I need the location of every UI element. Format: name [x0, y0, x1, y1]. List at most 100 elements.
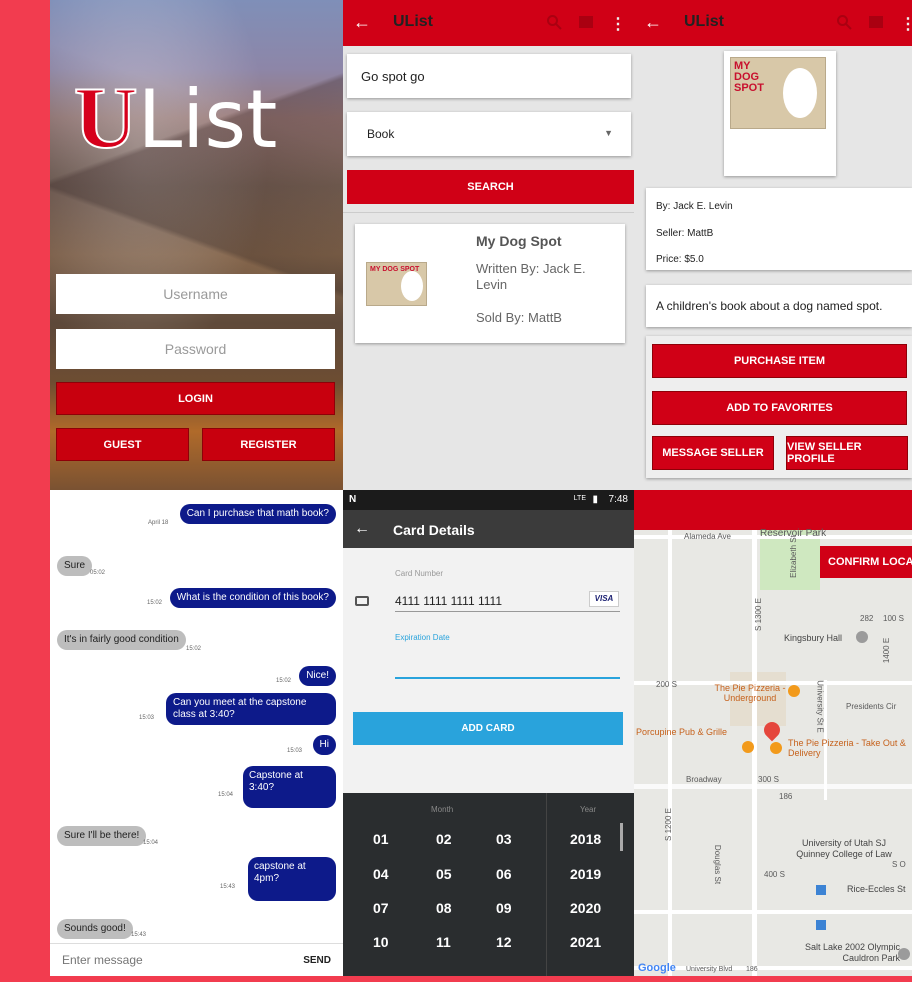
search-icon[interactable]	[836, 14, 852, 35]
result-card[interactable]: MY DOG SPOT My Dog Spot Written By: Jack…	[355, 224, 625, 343]
login-button[interactable]: LOGIN	[56, 382, 335, 415]
message-bubble: It's in fairly good condition	[57, 630, 186, 650]
message-seller-button[interactable]: MESSAGE SELLER	[652, 436, 774, 470]
street-label: Alameda Ave	[684, 532, 731, 541]
card-number-value[interactable]: 4111 1111 1111 1111	[395, 594, 502, 608]
info-card: By: Jack E. Levin Seller: MattB Price: $…	[646, 188, 912, 270]
message-timestamp: 05:02	[90, 570, 106, 576]
year-column-label: Year	[580, 805, 597, 814]
month-option[interactable]: 06	[496, 866, 512, 882]
app-title: UList	[393, 13, 433, 30]
grid-icon[interactable]	[578, 14, 594, 35]
back-arrow-icon[interactable]: ←	[353, 12, 371, 33]
result-title: My Dog Spot	[476, 233, 562, 249]
search-screen: ← UList ⋮ Book ▼ SEARCH MY DOG SPOT My D…	[343, 0, 634, 490]
restaurant-icon[interactable]	[788, 685, 800, 697]
add-to-favorites-button[interactable]: ADD TO FAVORITES	[652, 391, 907, 425]
message-input[interactable]	[50, 946, 290, 974]
picker-divider	[546, 793, 547, 976]
category-select[interactable]: Book ▼	[347, 112, 631, 156]
book-cover-image: MY DOG SPOT	[366, 262, 427, 306]
transit-icon	[816, 885, 826, 895]
logo-u: U	[73, 69, 139, 168]
month-option[interactable]: 01	[373, 831, 389, 847]
message-bubble: Can I purchase that math book?	[179, 504, 336, 524]
app-title: UList	[684, 13, 724, 30]
place-label: Kingsbury Hall	[784, 633, 843, 643]
place-label: Rice-Eccles St	[847, 884, 906, 894]
year-option[interactable]: 2018	[570, 831, 601, 847]
message-out: Hi	[312, 735, 336, 755]
toolbar-title: Card Details	[393, 522, 475, 538]
street-label: Presidents Cir	[846, 702, 897, 711]
landmark-icon	[898, 948, 910, 960]
search-input[interactable]	[347, 54, 631, 98]
message-out: Can you meet at the capstone class at 3:…	[166, 693, 336, 725]
dog-illustration	[783, 68, 817, 118]
author-text: By: Jack E. Levin	[656, 201, 733, 212]
street-label: Elizabeth St	[788, 535, 798, 578]
road	[634, 784, 912, 789]
register-button[interactable]: REGISTER	[202, 428, 335, 461]
add-card-button[interactable]: ADD CARD	[353, 712, 623, 745]
purchase-item-button[interactable]: PURCHASE ITEM	[652, 344, 907, 378]
place-label: Salt Lake 2002 Olympic Cauldron Park	[804, 942, 900, 963]
year-option[interactable]: 2020	[570, 900, 601, 916]
back-arrow-icon[interactable]: ←	[354, 520, 370, 538]
street-label: 1400 E	[882, 637, 892, 664]
map-view[interactable]: Alameda Ave Reservoir Park S 1300 E Eliz…	[634, 528, 912, 976]
divider	[343, 212, 634, 213]
restaurant-icon[interactable]	[770, 742, 782, 754]
search-button[interactable]: SEARCH	[347, 170, 634, 204]
overflow-menu-icon[interactable]: ⋮	[900, 14, 912, 35]
description-text: A children's book about a dog named spot…	[656, 299, 883, 313]
month-column-label: Month	[431, 805, 454, 814]
username-input[interactable]	[56, 274, 335, 314]
message-timestamp: 15:03	[287, 748, 303, 754]
back-arrow-icon[interactable]: ←	[644, 12, 662, 33]
restaurant-icon[interactable]	[742, 741, 754, 753]
google-logo: Google	[638, 962, 676, 974]
search-field-card	[347, 54, 631, 98]
message-bubble: Sure I'll be there!	[57, 826, 147, 846]
year-option[interactable]: 2019	[570, 866, 601, 882]
expiration-underline	[395, 677, 620, 679]
battery-icon: ▮	[592, 494, 598, 505]
card-number-underline	[395, 611, 620, 612]
credit-card-icon	[355, 596, 369, 606]
result-seller: Sold By: MattB	[476, 310, 562, 325]
month-option[interactable]: 07	[373, 900, 389, 916]
view-seller-profile-button[interactable]: VIEW SELLER PROFILE	[786, 436, 908, 470]
month-option[interactable]: 08	[436, 900, 452, 916]
message-out: Nice!	[299, 666, 336, 686]
month-option[interactable]: 02	[436, 831, 452, 847]
message-timestamp: 15:02	[147, 600, 163, 606]
send-button[interactable]: SEND	[303, 955, 331, 966]
street-label: Broadway	[686, 775, 722, 784]
month-option[interactable]: 11	[436, 934, 451, 950]
year-option[interactable]: 2021	[570, 934, 601, 950]
overflow-menu-icon[interactable]: ⋮	[610, 14, 626, 35]
month-option[interactable]: 10	[373, 934, 389, 950]
logo-text: List	[137, 73, 278, 166]
street-label: University Blvd	[686, 966, 733, 973]
street-label: 100 S	[883, 614, 904, 623]
search-icon[interactable]	[546, 14, 562, 35]
message-bubble: Sure	[57, 556, 93, 576]
month-option[interactable]: 09	[496, 900, 512, 916]
month-option[interactable]: 04	[373, 866, 389, 882]
message-out: Can I purchase that math book?	[179, 504, 336, 524]
detail-screen: ← UList ⋮ MY DOG SPOT By: Jack E. Levin …	[634, 0, 912, 490]
password-input[interactable]	[56, 329, 335, 369]
month-option[interactable]: 12	[496, 934, 512, 950]
year-scrollbar[interactable]	[620, 823, 623, 851]
message-bubble: Can you meet at the capstone class at 3:…	[166, 693, 336, 725]
month-option[interactable]: 05	[436, 866, 452, 882]
month-option[interactable]: 03	[496, 831, 512, 847]
confirm-location-button[interactable]: CONFIRM LOCATION	[820, 546, 912, 578]
message-bubble: Sounds good!	[57, 919, 133, 939]
expiration-input[interactable]	[395, 640, 620, 678]
guest-button[interactable]: GUEST	[56, 428, 189, 461]
grid-icon[interactable]	[868, 14, 884, 35]
street-label: S 1200 E	[663, 808, 673, 841]
